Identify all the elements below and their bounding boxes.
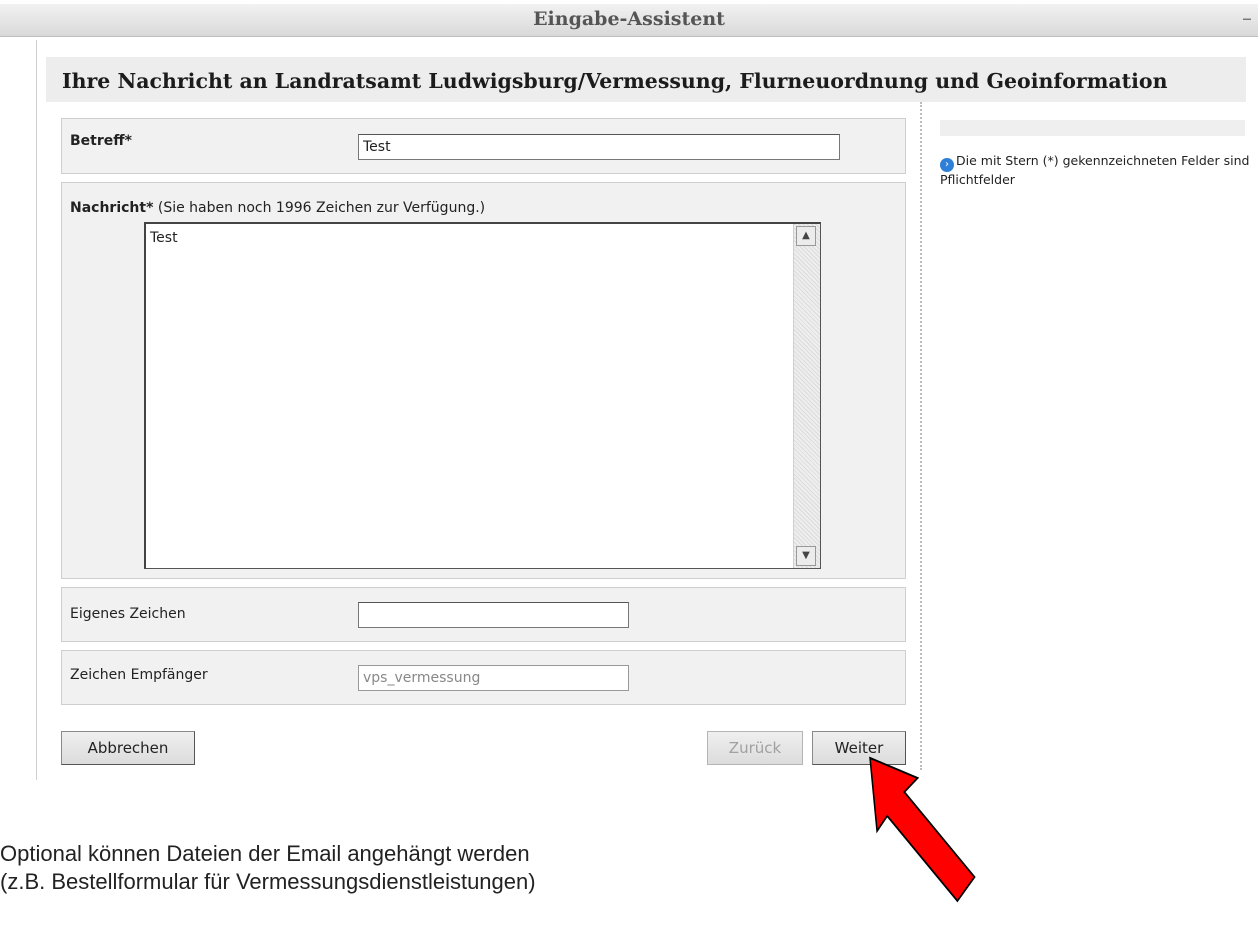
window-titlebar: Eingabe-Assistent – [0, 4, 1258, 37]
annotation-caption: Optional können Dateien der Email angehä… [0, 840, 536, 896]
red-arrow-icon [869, 756, 976, 903]
subject-label: Betreff* [70, 133, 132, 149]
caption-line-1: Optional können Dateien der Email angehä… [0, 841, 530, 866]
recipient-reference-input [358, 665, 629, 691]
window-title: Eingabe-Assistent [533, 8, 725, 30]
subject-row: Betreff* [61, 118, 906, 174]
message-text: Test [150, 230, 178, 246]
required-fields-hint-text: Die mit Stern (*) gekennzeichneten Felde… [940, 153, 1250, 187]
info-icon: › [940, 158, 954, 172]
subject-input[interactable] [358, 134, 840, 160]
recipient-reference-row: Zeichen Empfänger [61, 650, 906, 705]
message-label-text: Nachricht* [70, 200, 154, 216]
minimize-button[interactable]: – [1242, 6, 1252, 30]
own-reference-input[interactable] [358, 602, 629, 628]
form-header: Ihre Nachricht an Landratsamt Ludwigsbur… [46, 57, 1246, 102]
back-button[interactable]: Zurück [707, 731, 803, 765]
remaining-chars-hint: (Sie haben noch 1996 Zeichen zur Verfügu… [157, 200, 486, 216]
page-title: Ihre Nachricht an Landratsamt Ludwigsbur… [62, 69, 1168, 93]
sidebar-header [940, 120, 1245, 136]
frame-border [36, 40, 37, 780]
column-divider [920, 102, 922, 770]
recipient-reference-label: Zeichen Empfänger [70, 667, 208, 683]
own-reference-row: Eigenes Zeichen [61, 587, 906, 642]
message-label: Nachricht* (Sie haben noch 1996 Zeichen … [70, 200, 485, 216]
cancel-button[interactable]: Abbrechen [61, 731, 195, 765]
red-arrow-annotation [869, 756, 976, 903]
scroll-up-icon[interactable]: ▲ [796, 226, 816, 246]
message-scrollbar[interactable]: ▲ ▼ [793, 224, 820, 568]
required-fields-hint: › Die mit Stern (*) gekennzeichneten Feld… [940, 153, 1250, 188]
message-textarea[interactable]: Test ▲ ▼ [144, 222, 821, 569]
own-reference-label: Eigenes Zeichen [70, 606, 186, 622]
scroll-down-icon[interactable]: ▼ [796, 546, 816, 566]
caption-line-2: (z.B. Bestellformular für Vermessungsdie… [0, 869, 536, 894]
